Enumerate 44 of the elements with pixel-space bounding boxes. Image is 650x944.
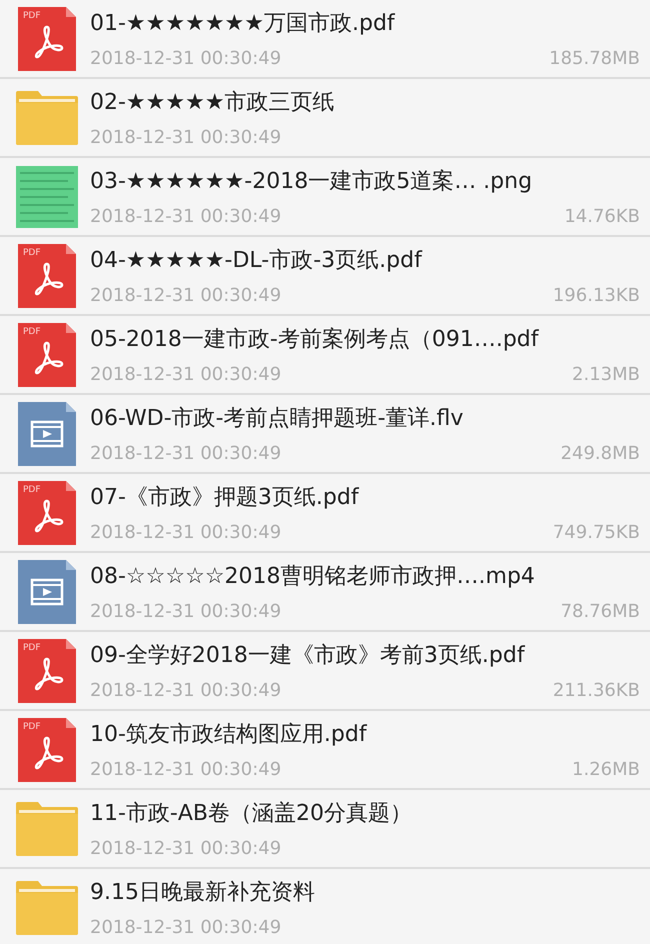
video-file-icon [18, 560, 76, 624]
file-date: 2018-12-31 00:30:49 [90, 759, 282, 780]
file-name[interactable]: 04-★★★★★-DL-市政-3页纸.pdf [90, 245, 422, 275]
file-name[interactable]: 10-筑友市政结构图应用.pdf [90, 719, 367, 749]
folder-icon [16, 802, 78, 856]
file-size: 1.26MB [572, 759, 640, 780]
file-name[interactable]: 09-全学好2018一建《市政》考前3页纸.pdf [90, 640, 525, 670]
file-size: 749.75KB [552, 522, 640, 543]
file-name[interactable]: 03-★★★★★★-2018一建市政5道案… .png [90, 166, 532, 196]
file-name[interactable]: 02-★★★★★市政三页纸 [90, 87, 335, 117]
pdf-file-icon: PDF [18, 6, 76, 70]
file-name[interactable]: 11-市政-AB卷（涵盖20分真题） [90, 798, 412, 828]
file-date: 2018-12-31 00:30:49 [90, 838, 282, 859]
file-name[interactable]: 07-《市政》押题3页纸.pdf [90, 482, 359, 512]
file-date: 2018-12-31 00:30:49 [90, 522, 282, 543]
pdf-file-icon: PDF [18, 244, 76, 308]
video-file-icon [18, 402, 76, 466]
file-date: 2018-12-31 00:30:49 [90, 364, 282, 385]
pdf-file-icon: PDF [18, 322, 76, 386]
pdf-file-icon: PDF [18, 480, 76, 544]
file-name[interactable]: 9.15日晚最新补充资料 [90, 877, 315, 907]
file-size: 196.13KB [552, 285, 640, 306]
file-size: 185.78MB [549, 48, 640, 69]
file-name[interactable]: 06-WD-市政-考前点睛押题班-董详.flv [90, 403, 464, 433]
file-date: 2018-12-31 00:30:49 [90, 127, 282, 148]
pdf-file-icon: PDF [18, 638, 76, 702]
file-name[interactable]: 05-2018一建市政-考前案例考点（091….pdf [90, 324, 539, 354]
file-date: 2018-12-31 00:30:49 [90, 680, 282, 701]
file-date: 2018-12-31 00:30:49 [90, 48, 282, 69]
file-date: 2018-12-31 00:30:49 [90, 285, 282, 306]
file-date: 2018-12-31 00:30:49 [90, 206, 282, 227]
file-name[interactable]: 01-★★★★★★★万国市政.pdf [90, 8, 395, 38]
file-size: 249.8MB [560, 443, 640, 464]
file-size: 14.76KB [564, 206, 640, 227]
file-date: 2018-12-31 00:30:49 [90, 601, 282, 622]
folder-icon [16, 880, 78, 934]
file-size: 211.36KB [552, 680, 640, 701]
file-date: 2018-12-31 00:30:49 [90, 443, 282, 464]
folder-icon [16, 90, 78, 144]
file-size: 78.76MB [560, 601, 640, 622]
file-size: 2.13MB [572, 364, 640, 385]
file-date: 2018-12-31 00:30:49 [90, 917, 282, 938]
pdf-file-icon: PDF [18, 718, 76, 782]
file-name[interactable]: 08-☆☆☆☆☆2018曹明铭老师市政押….mp4 [90, 561, 535, 591]
